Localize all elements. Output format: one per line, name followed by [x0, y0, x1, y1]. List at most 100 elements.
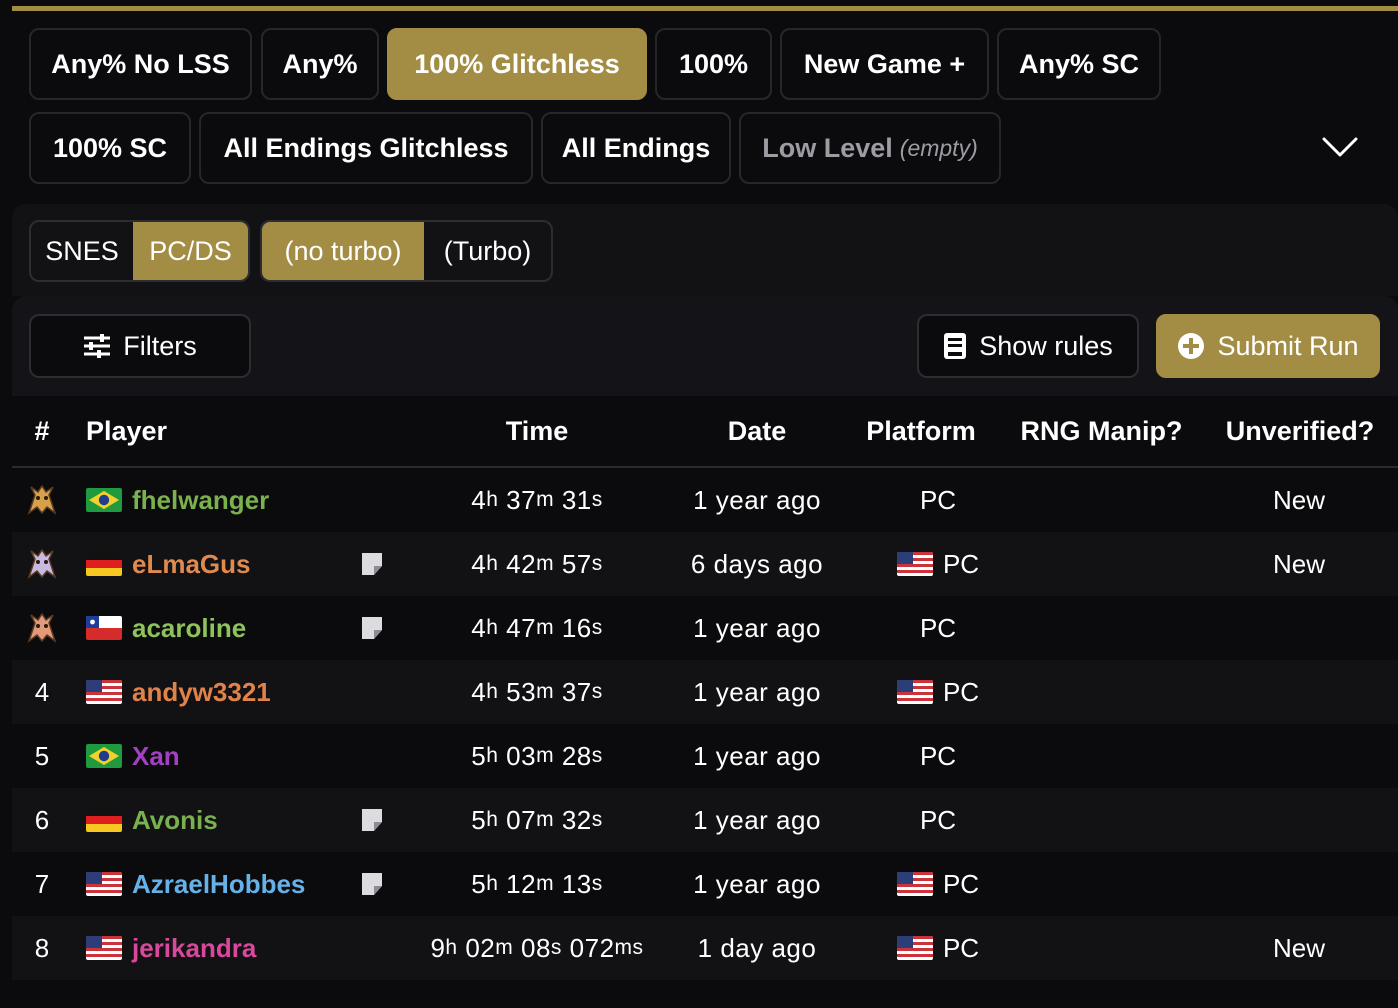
table-row[interactable]: acaroline 4h 47 m 16 s 1 year ago PC [12, 596, 1398, 660]
table-row[interactable]: 4 andyw3321 4h 53 m 37 s 1 year ago PC [12, 660, 1398, 724]
time-cell: 5h 03 m 28 s [471, 740, 603, 771]
platform-cell: PC [878, 532, 998, 596]
tab-any-no-lss[interactable]: Any% No LSS [29, 28, 252, 100]
table-header: # Player Time Date Platform RNG Manip? U… [12, 396, 1398, 468]
header-player[interactable]: Player [86, 396, 167, 466]
platform-region-flag-us [896, 936, 933, 960]
platform-toggle: SNES PC/DS [29, 220, 250, 282]
platform-cell: PC [878, 916, 998, 980]
flag-us-icon [86, 936, 122, 960]
option-turbo[interactable]: (Turbo) [424, 222, 551, 280]
header-date[interactable]: Date [662, 396, 852, 466]
player-cell[interactable]: andyw3321 [86, 660, 271, 724]
unverified-cell [1232, 852, 1366, 916]
filters-label: Filters [123, 330, 197, 361]
time-seconds: 31 [561, 484, 592, 515]
rank-cell: 4 [12, 660, 72, 724]
player-name[interactable]: andyw3321 [132, 677, 271, 708]
rank-cell: 5 [12, 724, 72, 788]
note-icon [362, 873, 382, 895]
rank-cell: 7 [12, 852, 72, 916]
tab-100-glitchless[interactable]: 100% Glitchless [387, 28, 647, 100]
table-row[interactable]: 7 AzraelHobbes 5h 12 m 13 s 1 year ago PC [12, 852, 1398, 916]
table-row[interactable]: eLmaGus 4h 42 m 57 s 6 days ago PC New [12, 532, 1398, 596]
time-hours: 4 [471, 548, 487, 579]
option-snes[interactable]: SNES [31, 222, 133, 280]
filters-button[interactable]: Filters [29, 314, 251, 378]
table-row[interactable]: 5 Xan 5h 03 m 28 s 1 year ago PC [12, 724, 1398, 788]
player-cell[interactable]: Xan [86, 724, 180, 788]
player-cell[interactable]: acaroline [86, 596, 246, 660]
header-rng-manip[interactable]: RNG Manip? [1014, 396, 1189, 466]
time-seconds: 08 [521, 932, 551, 963]
note-cell [358, 596, 386, 660]
rank-cell [12, 596, 72, 660]
tab-new-game-plus[interactable]: New Game + [780, 28, 989, 100]
platform-name: PC [942, 548, 980, 579]
turbo-toggle: (no turbo) (Turbo) [260, 220, 553, 282]
player-name[interactable]: Avonis [132, 805, 218, 836]
header-platform[interactable]: Platform [858, 396, 984, 466]
tab-low-level[interactable]: Low Level (empty) [739, 112, 1001, 184]
tab-100[interactable]: 100% [655, 28, 772, 100]
player-cell[interactable]: fhelwanger [86, 468, 269, 532]
header-time[interactable]: Time [417, 396, 657, 466]
tab-any-sc[interactable]: Any% SC [997, 28, 1161, 100]
gold-trophy-icon [27, 484, 57, 516]
flag-cl-icon [86, 616, 122, 640]
tab-all-endings-glitchless[interactable]: All Endings Glitchless [199, 112, 533, 184]
header-rank[interactable]: # [12, 396, 72, 466]
unverified-cell: New [1272, 932, 1325, 963]
tab-any[interactable]: Any% [261, 28, 379, 100]
platform-name: PC [942, 868, 980, 899]
rank-cell [12, 468, 72, 532]
submit-run-button[interactable]: Submit Run [1156, 314, 1380, 378]
player-name[interactable]: fhelwanger [132, 485, 269, 516]
flag-br-icon [86, 744, 122, 768]
time-minutes: 42 [506, 548, 537, 579]
platform-name: PC [919, 740, 957, 771]
time-hours: 9 [430, 932, 446, 963]
time-cell: 5h 12 m 13 s [471, 868, 603, 899]
platform-name: PC [942, 932, 980, 963]
note-cell [358, 660, 386, 724]
unverified-cell [1232, 724, 1366, 788]
rank-number: 7 [34, 868, 50, 899]
header-unverified[interactable]: Unverified? [1220, 396, 1380, 466]
table-row[interactable]: 8 jerikandra 9h 02 m 08 s 072 ms 1 day ago … [12, 916, 1398, 980]
note-cell [358, 852, 386, 916]
accent-top-line [12, 6, 1398, 11]
show-rules-button[interactable]: Show rules [917, 314, 1139, 378]
player-name[interactable]: eLmaGus [132, 549, 251, 580]
player-cell[interactable]: eLmaGus [86, 532, 251, 596]
player-cell[interactable]: AzraelHobbes [86, 852, 305, 916]
sliders-icon [84, 334, 111, 358]
platform-cell: PC [878, 788, 998, 852]
platform-name: PC [919, 484, 957, 515]
table-row[interactable]: fhelwanger 4h 37 m 31 s 1 year ago PC New [12, 468, 1398, 532]
tab-100-sc[interactable]: 100% SC [29, 112, 191, 184]
time-seconds: 32 [561, 804, 592, 835]
note-cell [358, 468, 386, 532]
player-name[interactable]: jerikandra [132, 933, 256, 964]
time-minutes: 07 [506, 804, 537, 835]
note-cell [358, 916, 386, 980]
player-name[interactable]: acaroline [132, 613, 246, 644]
silver-trophy-icon [27, 548, 57, 580]
option-pc-ds[interactable]: PC/DS [133, 222, 248, 280]
flag-br-icon [86, 488, 122, 512]
bronze-trophy-icon [27, 612, 57, 644]
note-icon [362, 553, 382, 575]
player-cell[interactable]: Avonis [86, 788, 218, 852]
tab-all-endings[interactable]: All Endings [541, 112, 731, 184]
chevron-down-icon[interactable] [1322, 136, 1358, 158]
player-cell[interactable]: jerikandra [86, 916, 256, 980]
time-cell: 4h 37 m 31 s [471, 484, 603, 515]
note-cell [358, 724, 386, 788]
time-minutes: 47 [506, 612, 537, 643]
option-no-turbo[interactable]: (no turbo) [262, 222, 424, 280]
player-name[interactable]: AzraelHobbes [132, 869, 305, 900]
table-row[interactable]: 6 Avonis 5h 07 m 32 s 1 year ago PC [12, 788, 1398, 852]
platform-cell: PC [878, 852, 998, 916]
player-name[interactable]: Xan [132, 741, 180, 772]
